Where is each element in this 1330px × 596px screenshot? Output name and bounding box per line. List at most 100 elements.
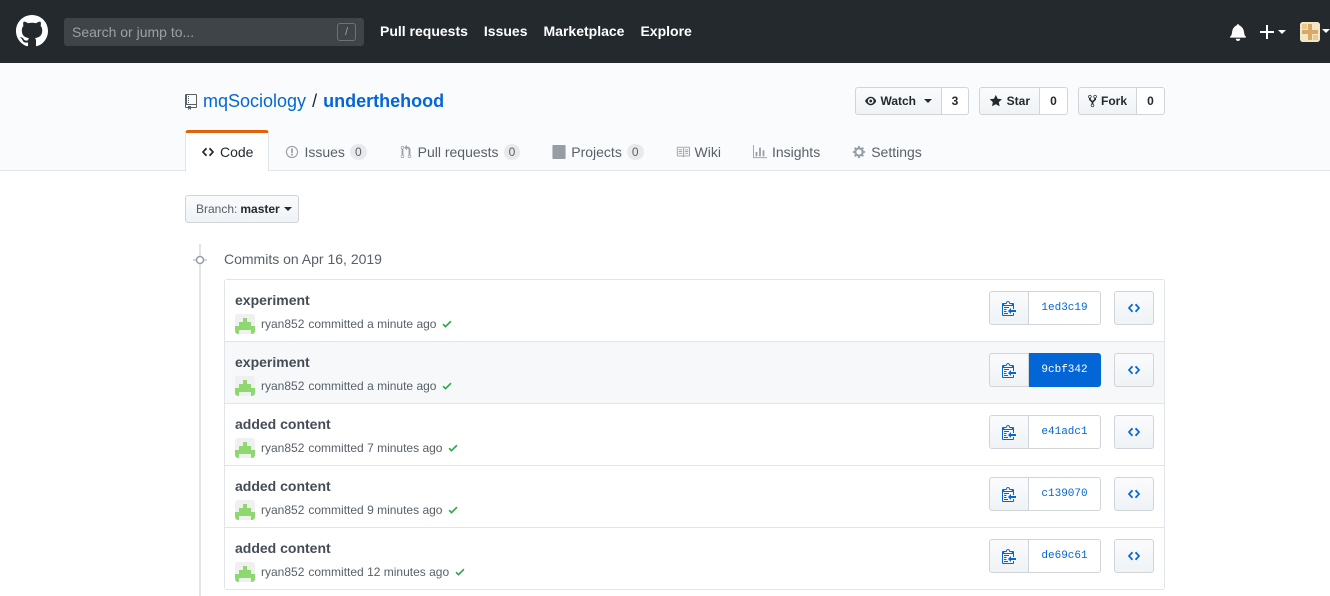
commit-group-icon bbox=[193, 255, 207, 265]
commit-time: 7 minutes ago bbox=[367, 441, 443, 455]
sha-group: c139070 bbox=[989, 477, 1101, 511]
copy-sha-button[interactable] bbox=[989, 415, 1029, 449]
repo-owner-link[interactable]: mqSociology bbox=[203, 91, 306, 112]
commit-sha-link[interactable]: e41adc1 bbox=[1029, 415, 1101, 449]
browse-repo-button[interactable] bbox=[1114, 291, 1154, 325]
watch-label: Watch bbox=[880, 94, 916, 108]
commit-author-link[interactable]: ryan852 bbox=[261, 379, 304, 393]
branch-label: Branch: bbox=[196, 202, 238, 216]
commit-sha-link[interactable]: c139070 bbox=[1029, 477, 1101, 511]
sha-group: e41adc1 bbox=[989, 415, 1101, 449]
commit-author-link[interactable]: ryan852 bbox=[261, 565, 304, 579]
repo-name-link[interactable]: underthehood bbox=[323, 91, 444, 112]
code-icon bbox=[201, 147, 215, 157]
commit-row: added content ryan852 committed 7 minute… bbox=[225, 404, 1164, 466]
tab-settings[interactable]: Settings bbox=[836, 130, 938, 171]
check-icon[interactable] bbox=[441, 318, 453, 330]
commit-action: committed bbox=[308, 317, 364, 331]
search-shortcut-key: / bbox=[337, 23, 356, 41]
commit-meta: ryan852 committed a minute ago bbox=[235, 314, 453, 334]
avatar[interactable] bbox=[235, 438, 255, 458]
avatar[interactable] bbox=[235, 562, 255, 582]
avatar[interactable] bbox=[235, 314, 255, 334]
watch-group: Watch 3 bbox=[855, 87, 969, 115]
create-new-icon[interactable] bbox=[1260, 22, 1286, 42]
tab-code[interactable]: Code bbox=[185, 130, 270, 172]
nav-explore[interactable]: Explore bbox=[640, 23, 691, 39]
chevron-down-icon[interactable] bbox=[1322, 29, 1330, 33]
commit-message-link[interactable]: added content bbox=[235, 540, 331, 556]
search-box: / bbox=[64, 18, 364, 46]
nav-issues[interactable]: Issues bbox=[484, 23, 528, 39]
github-logo-icon[interactable] bbox=[16, 15, 48, 47]
commit-row: experiment ryan852 committed a minute ag… bbox=[225, 342, 1164, 404]
code-icon bbox=[1127, 551, 1141, 561]
tab-issues[interactable]: Issues 0 bbox=[269, 130, 382, 171]
watch-count[interactable]: 3 bbox=[942, 87, 969, 115]
repo-nav: Code Issues 0 Pull requests 0 Projects 0… bbox=[185, 130, 938, 172]
clipboard-icon bbox=[1002, 301, 1016, 316]
clipboard-icon bbox=[1002, 549, 1016, 564]
branch-select-button[interactable]: Branch: master bbox=[185, 195, 299, 223]
star-group: Star 0 bbox=[979, 87, 1068, 115]
copy-sha-button[interactable] bbox=[989, 353, 1029, 387]
code-icon bbox=[1127, 365, 1141, 375]
check-icon[interactable] bbox=[441, 380, 453, 392]
search-input[interactable] bbox=[64, 18, 334, 46]
commit-message-link[interactable]: added content bbox=[235, 478, 331, 494]
avatar[interactable] bbox=[235, 376, 255, 396]
avatar[interactable] bbox=[235, 500, 255, 520]
star-count[interactable]: 0 bbox=[1040, 87, 1068, 115]
commit-sha-link[interactable]: 9cbf342 bbox=[1029, 353, 1101, 387]
commit-author-link[interactable]: ryan852 bbox=[261, 441, 304, 455]
check-icon[interactable] bbox=[447, 504, 459, 516]
book-icon bbox=[676, 146, 690, 157]
tab-projects[interactable]: Projects 0 bbox=[536, 130, 659, 171]
commits-group-title: Commits on Apr 16, 2019 bbox=[224, 251, 382, 267]
browse-repo-button[interactable] bbox=[1114, 415, 1154, 449]
clipboard-icon bbox=[1002, 363, 1016, 378]
browse-repo-button[interactable] bbox=[1114, 477, 1154, 511]
check-icon[interactable] bbox=[447, 442, 459, 454]
code-icon bbox=[1127, 303, 1141, 313]
copy-sha-button[interactable] bbox=[989, 477, 1029, 511]
commit-message-link[interactable]: added content bbox=[235, 416, 331, 432]
commit-author-link[interactable]: ryan852 bbox=[261, 317, 304, 331]
code-icon bbox=[1127, 427, 1141, 437]
nav-pull-requests[interactable]: Pull requests bbox=[380, 23, 468, 39]
star-button[interactable]: Star bbox=[979, 87, 1040, 115]
nav-marketplace[interactable]: Marketplace bbox=[544, 23, 625, 39]
global-header: / Pull requests Issues Marketplace Explo… bbox=[0, 0, 1330, 63]
tab-wiki[interactable]: Wiki bbox=[660, 130, 737, 171]
commit-action: committed bbox=[308, 565, 364, 579]
tab-insights[interactable]: Insights bbox=[737, 130, 836, 171]
project-icon bbox=[552, 144, 566, 159]
user-avatar[interactable] bbox=[1300, 22, 1320, 42]
tab-label: Insights bbox=[771, 143, 821, 160]
commit-message-link[interactable]: experiment bbox=[235, 292, 310, 308]
commit-message-link[interactable]: experiment bbox=[235, 354, 310, 370]
check-icon[interactable] bbox=[454, 566, 466, 578]
commit-meta: ryan852 committed a minute ago bbox=[235, 376, 453, 396]
copy-sha-button[interactable] bbox=[989, 539, 1029, 573]
fork-group: Fork 0 bbox=[1078, 87, 1165, 115]
commit-sha-link[interactable]: 1ed3c19 bbox=[1029, 291, 1101, 325]
commit-row: added content ryan852 committed 9 minute… bbox=[225, 466, 1164, 528]
path-separator: / bbox=[312, 91, 318, 111]
fork-count[interactable]: 0 bbox=[1137, 87, 1165, 115]
fork-button[interactable]: Fork bbox=[1078, 87, 1137, 115]
commit-author-link[interactable]: ryan852 bbox=[261, 503, 304, 517]
commit-meta: ryan852 committed 9 minutes ago bbox=[235, 500, 459, 520]
star-icon bbox=[989, 94, 1002, 107]
copy-sha-button[interactable] bbox=[989, 291, 1029, 325]
bell-icon[interactable] bbox=[1230, 23, 1246, 41]
browse-repo-button[interactable] bbox=[1114, 353, 1154, 387]
tab-pull-requests[interactable]: Pull requests 0 bbox=[383, 130, 537, 171]
commit-sha-link[interactable]: de69c61 bbox=[1029, 539, 1101, 573]
sha-group: de69c61 bbox=[989, 539, 1101, 573]
watch-button[interactable]: Watch bbox=[855, 87, 942, 115]
commit-list: experiment ryan852 committed a minute ag… bbox=[224, 279, 1165, 590]
star-label: Star bbox=[1006, 94, 1030, 108]
browse-repo-button[interactable] bbox=[1114, 539, 1154, 573]
code-icon bbox=[1127, 489, 1141, 499]
